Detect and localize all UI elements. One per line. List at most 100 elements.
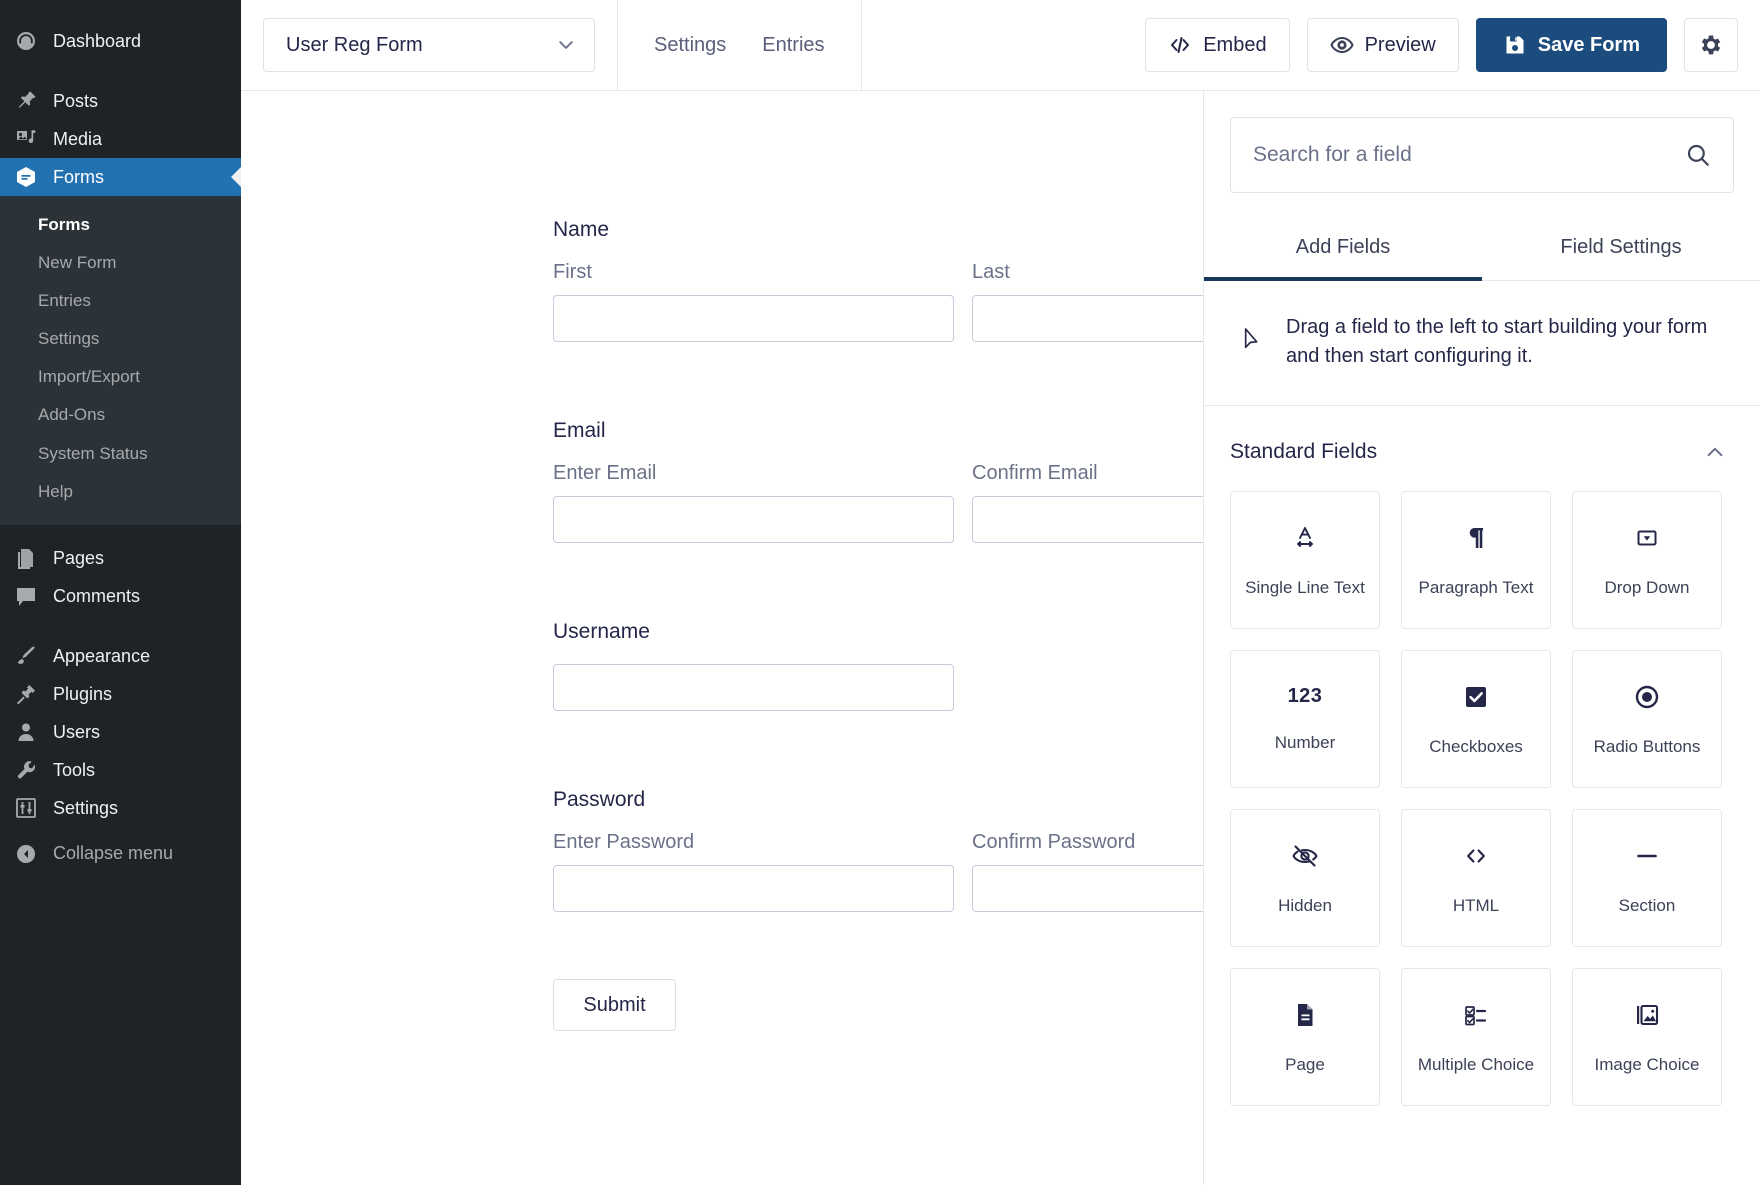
comments-icon xyxy=(13,583,39,609)
eye-off-icon xyxy=(1290,841,1320,871)
embed-button[interactable]: Embed xyxy=(1145,18,1289,72)
form-field-email[interactable]: Email Enter Email Confirm Email xyxy=(553,420,1203,543)
single-line-text-icon xyxy=(1290,523,1320,553)
chevron-up-icon[interactable] xyxy=(1704,441,1726,463)
subfield-enter-password: Enter Password xyxy=(553,832,954,912)
label-enter-password: Enter Password xyxy=(553,832,954,852)
form-field-username[interactable]: Username xyxy=(553,621,1203,711)
sidebar-item-label: Users xyxy=(53,723,100,741)
subfield-username xyxy=(553,664,954,711)
tab-field-settings[interactable]: Field Settings xyxy=(1482,220,1760,280)
sidebar-subitem-settings[interactable]: Settings xyxy=(0,320,241,358)
search-icon[interactable] xyxy=(1685,142,1711,168)
form-field-password[interactable]: Password Enter Password Confirm Password xyxy=(553,789,1203,912)
spacer xyxy=(553,912,1203,979)
form-settings-gear-button[interactable] xyxy=(1684,18,1738,72)
search-box[interactable] xyxy=(1230,117,1734,193)
tab-settings[interactable]: Settings xyxy=(654,34,726,57)
collapse-menu-button[interactable]: Collapse menu xyxy=(0,835,241,873)
input-confirm-password[interactable] xyxy=(972,865,1203,912)
spacer xyxy=(553,711,1203,789)
input-username[interactable] xyxy=(553,664,954,711)
field-tile-html[interactable]: HTML xyxy=(1401,809,1551,947)
field-tile-label: Image Choice xyxy=(1595,1056,1700,1075)
sidebar-subitem-system-status[interactable]: System Status xyxy=(0,435,241,473)
field-tile-checkboxes[interactable]: Checkboxes xyxy=(1401,650,1551,788)
standard-fields-title: Standard Fields xyxy=(1230,440,1377,464)
wrench-icon xyxy=(13,757,39,783)
input-enter-password[interactable] xyxy=(553,865,954,912)
form-switcher-wrap: User Reg Form xyxy=(241,18,595,72)
sidebar-item-tools[interactable]: Tools xyxy=(0,751,241,789)
field-tile-single-line-text[interactable]: Single Line Text xyxy=(1230,491,1380,629)
tab-add-fields[interactable]: Add Fields xyxy=(1204,220,1482,280)
save-form-button[interactable]: Save Form xyxy=(1476,18,1667,72)
field-tile-image-choice[interactable]: Image Choice xyxy=(1572,968,1722,1106)
sidebar-item-settings[interactable]: Settings xyxy=(0,789,241,827)
sidebar-subitem-entries[interactable]: Entries xyxy=(0,282,241,320)
field-tile-label: Single Line Text xyxy=(1245,579,1365,598)
form-switcher-dropdown[interactable]: User Reg Form xyxy=(263,18,595,72)
sidebar-item-label: Tools xyxy=(53,761,95,779)
sidebar-item-dashboard[interactable]: Dashboard xyxy=(0,22,241,60)
sidebar-subitem-help[interactable]: Help xyxy=(0,473,241,511)
image-choice-icon xyxy=(1632,1000,1662,1030)
form-field-name[interactable]: Name First Last xyxy=(553,219,1203,342)
input-confirm-email[interactable] xyxy=(972,496,1203,543)
sidebar-item-label: Media xyxy=(53,130,102,148)
sidebar-item-label: Forms xyxy=(53,168,104,186)
tab-entries[interactable]: Entries xyxy=(762,34,824,57)
sidebar-item-label: Dashboard xyxy=(53,32,141,50)
label-first: First xyxy=(553,262,954,282)
standard-fields-header[interactable]: Standard Fields xyxy=(1204,406,1760,464)
subfield-enter-email: Enter Email xyxy=(553,463,954,543)
field-tile-section[interactable]: Section xyxy=(1572,809,1722,947)
search-input[interactable] xyxy=(1253,143,1685,167)
field-tile-hidden[interactable]: Hidden xyxy=(1230,809,1380,947)
sidebar-subitem-add-ons[interactable]: Add-Ons xyxy=(0,396,241,434)
field-tile-radio-buttons[interactable]: Radio Buttons xyxy=(1572,650,1722,788)
preview-button[interactable]: Preview xyxy=(1307,18,1459,72)
sidebar-item-users[interactable]: Users xyxy=(0,713,241,751)
eye-icon xyxy=(1330,33,1354,57)
field-tile-label: Multiple Choice xyxy=(1418,1056,1534,1075)
input-first[interactable] xyxy=(553,295,954,342)
save-disk-icon xyxy=(1503,33,1527,57)
field-tile-number[interactable]: 123 Number xyxy=(1230,650,1380,788)
subfield-confirm-password: Confirm Password xyxy=(972,832,1203,912)
sidebar-item-forms[interactable]: Forms xyxy=(0,158,241,196)
sidebar-item-pages[interactable]: Pages xyxy=(0,539,241,577)
sidebar-divider-2 xyxy=(0,615,241,637)
cursor-icon xyxy=(1242,313,1264,353)
sidebar-subitem-new-form[interactable]: New Form xyxy=(0,244,241,282)
editor-body: Name First Last Emai xyxy=(241,91,1760,1185)
field-tile-page[interactable]: Page xyxy=(1230,968,1380,1106)
field-tile-drop-down[interactable]: Drop Down xyxy=(1572,491,1722,629)
field-tile-label: Paragraph Text xyxy=(1419,579,1534,598)
paragraph-icon xyxy=(1461,523,1491,553)
field-tile-label: HTML xyxy=(1453,897,1499,916)
brush-icon xyxy=(13,643,39,669)
sidebar-item-appearance[interactable]: Appearance xyxy=(0,637,241,675)
label-confirm-email: Confirm Email xyxy=(972,463,1203,483)
sidebar-divider xyxy=(0,60,241,82)
section-dash-icon xyxy=(1632,841,1662,871)
page-icon xyxy=(1290,1000,1320,1030)
sidebar-item-media[interactable]: Media xyxy=(0,120,241,158)
form-switcher-value: User Reg Form xyxy=(286,34,423,57)
chevron-down-icon xyxy=(556,35,576,55)
sidebar-item-comments[interactable]: Comments xyxy=(0,577,241,615)
submit-button[interactable]: Submit xyxy=(553,979,676,1031)
field-tile-label: Page xyxy=(1285,1056,1325,1075)
multiple-choice-icon xyxy=(1461,1000,1491,1030)
sidebar-subitem-import-export[interactable]: Import/Export xyxy=(0,358,241,396)
sidebar-subitem-forms[interactable]: Forms xyxy=(0,206,241,244)
sidebar-item-posts[interactable]: Posts xyxy=(0,82,241,120)
input-enter-email[interactable] xyxy=(553,496,954,543)
field-tile-multiple-choice[interactable]: Multiple Choice xyxy=(1401,968,1551,1106)
input-last[interactable] xyxy=(972,295,1203,342)
field-tile-paragraph-text[interactable]: Paragraph Text xyxy=(1401,491,1551,629)
field-tile-label: Hidden xyxy=(1278,897,1332,916)
sidebar-item-plugins[interactable]: Plugins xyxy=(0,675,241,713)
pages-icon xyxy=(13,545,39,571)
